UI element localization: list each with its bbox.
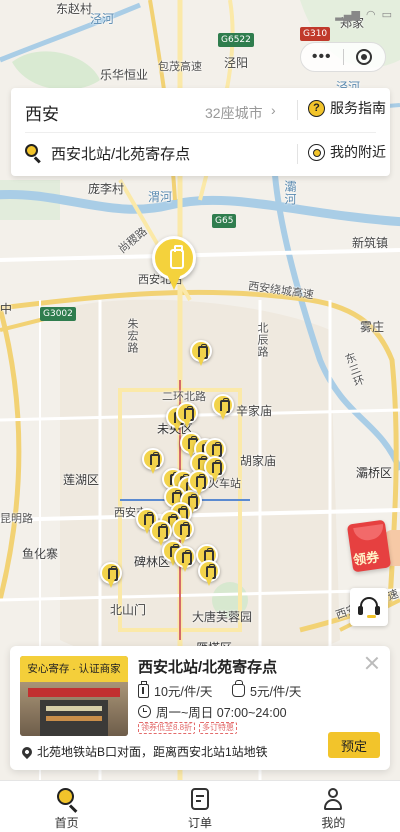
nearby-label: 我的附近 [330, 144, 386, 160]
price-bag: 5元/件/天 [232, 680, 302, 700]
search-icon [25, 144, 42, 164]
map-label-xinjia: 辛家庙 [236, 404, 273, 418]
divider [297, 144, 298, 164]
map-label-lianhu: 莲湖区 [63, 473, 100, 487]
map-label-panqiao: 庞李村 [88, 182, 125, 196]
station-pin[interactable] [150, 520, 172, 548]
map-label-bahe: 灞河 [283, 180, 297, 206]
station-title: 西安北站/北苑寄存点 [138, 659, 278, 676]
search-icon [55, 787, 79, 813]
service-guide-label: 服务指南 [330, 100, 386, 116]
map-label-yuhuazhai: 鱼化寨 [22, 547, 59, 561]
tab-home[interactable]: 首页 [0, 781, 133, 832]
map-label-baqiao: 灞桥区 [356, 466, 393, 480]
search-row: 我的附近 [11, 133, 390, 176]
price-luggage-text: 10元/件/天 [154, 685, 213, 699]
station-pin[interactable] [190, 340, 212, 368]
tab-orders[interactable]: 订单 [133, 781, 266, 832]
tab-orders-label: 订单 [187, 816, 212, 830]
shield-g6522: G6522 [218, 33, 254, 47]
clock-icon [138, 705, 151, 718]
map-label-baomao: 包茂高速 [158, 61, 202, 73]
map-label-xinzhucheng: 新筑镇 [352, 236, 389, 250]
station-address-text: 北苑地铁站B口对面，距离西安北站1站地铁 [37, 745, 268, 759]
coupon-label: 领券 [352, 549, 381, 568]
signal-icon: ▂▄▆ [335, 9, 360, 21]
miniprogram-capsule: ••• [300, 42, 386, 72]
battery-icon: ▭ [381, 9, 392, 21]
shield-g3002: G3002 [40, 307, 76, 321]
location-target-icon [308, 143, 325, 161]
station-photo: 安心寄存 · 认证商家 [20, 656, 128, 736]
status-icons: ▂▄▆ ◠ ▭ [335, 8, 392, 21]
opening-hours: 周一~周日 07:00~24:00 [138, 702, 287, 721]
chevron-right-icon: › [271, 102, 276, 118]
shield-g65: G65 [212, 214, 237, 228]
location-pin-icon [19, 744, 35, 759]
suitcase-icon [138, 680, 149, 698]
close-target-icon [356, 49, 373, 65]
station-address: 北苑地铁站B口对面，距离西安北站1站地铁 [19, 743, 268, 760]
tab-mine-label: 我的 [321, 816, 346, 830]
nearby-button[interactable]: 我的附近 [308, 142, 386, 162]
wifi-icon: ◠ [365, 9, 376, 21]
map-label-weihe: 渭河 [148, 190, 173, 204]
station-pin[interactable] [212, 394, 234, 422]
station-pin[interactable] [188, 470, 210, 498]
book-button[interactable]: 预定 [328, 732, 380, 758]
customer-service-button[interactable] [350, 588, 388, 626]
city-row: 西安 32座城市 › ? 服务指南 [11, 88, 390, 132]
station-pin[interactable] [142, 448, 164, 476]
map-label-hujia: 胡家庙 [240, 454, 277, 468]
close-miniprogram-button[interactable] [344, 49, 386, 65]
map-label-kunming: 昆明路 [0, 513, 33, 525]
question-icon: ? [308, 99, 325, 117]
city-count-link[interactable]: 32座城市 [205, 103, 263, 123]
map-label-wuzhuang: 雾庄 [360, 320, 385, 334]
order-icon [188, 787, 212, 811]
map-label-jingyang: 泾阳 [224, 56, 249, 70]
close-icon[interactable] [364, 655, 380, 671]
status-bar: ▂▄▆ ◠ ▭ [0, 0, 400, 30]
station-pin[interactable] [100, 562, 122, 590]
tab-home-label: 首页 [54, 816, 79, 830]
price-bag-text: 5元/件/天 [250, 685, 302, 699]
promo-tag-multi-order: 多订特惠 [199, 722, 237, 734]
coupon-button[interactable]: 领券 [346, 519, 400, 573]
promo-tag-coupon: 领券低至8.8折 [138, 722, 196, 734]
more-menu-button[interactable]: ••• [301, 44, 343, 70]
tab-mine[interactable]: 我的 [267, 781, 400, 832]
map-label-datang: 大唐芙蓉园 [192, 610, 253, 624]
map-label-zhong: 中 [0, 302, 13, 316]
map-label-beichen: 北辰路 [256, 322, 268, 358]
opening-hours-text: 周一~周日 07:00~24:00 [156, 706, 287, 720]
selected-station-pin[interactable] [152, 236, 196, 292]
price-luggage: 10元/件/天 [138, 680, 213, 700]
search-input[interactable] [51, 145, 281, 162]
map-label-zhuquan: 朱宏路 [126, 318, 138, 354]
profile-icon [321, 787, 345, 811]
station-pin[interactable] [176, 402, 198, 430]
divider [297, 100, 298, 120]
station-pin[interactable] [198, 560, 220, 588]
city-name[interactable]: 西安 [25, 100, 59, 125]
tab-bar: 首页 订单 我的 [0, 780, 400, 832]
map-label-beishanmen: 北山门 [110, 603, 147, 617]
station-card[interactable]: 安心寄存 · 认证商家 西安北站/北苑寄存点 10元/件/天 5元/件/天 周一… [10, 646, 390, 770]
map-label-lehua: 乐华恒业 [100, 68, 149, 82]
search-panel: 西安 32座城市 › ? 服务指南 我的附近 [11, 88, 390, 176]
service-guide-button[interactable]: ? 服务指南 [308, 98, 386, 118]
certified-badge: 安心寄存 · 认证商家 [20, 656, 128, 682]
station-pin[interactable] [174, 546, 196, 574]
bag-icon [232, 680, 245, 697]
